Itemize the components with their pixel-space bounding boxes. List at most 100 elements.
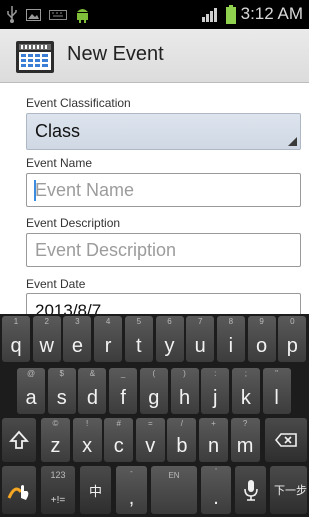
key-i[interactable]: 8i xyxy=(216,316,245,362)
space-key-label: EN xyxy=(168,471,180,480)
dropdown-arrow-icon xyxy=(288,137,297,146)
key-hint: 4 xyxy=(105,317,111,326)
key-hint: 2 xyxy=(44,317,49,326)
key-h[interactable]: ) h xyxy=(170,368,199,414)
key-s[interactable]: $ s xyxy=(47,368,76,414)
key-k[interactable]: ; k xyxy=(231,368,260,414)
period-key[interactable]: ' . xyxy=(201,466,231,514)
shift-key[interactable] xyxy=(2,418,36,462)
event-name-placeholder: Event Name xyxy=(35,180,135,200)
key-l[interactable]: " l xyxy=(262,368,291,414)
key-e[interactable]: 3e xyxy=(63,316,92,362)
key-label: f xyxy=(120,387,126,409)
swype-key[interactable] xyxy=(2,466,36,514)
key-hint: ! xyxy=(85,419,89,428)
event-date-label: Event Date xyxy=(26,277,86,291)
symbols-key-top: 123 xyxy=(50,470,66,480)
key-label: j xyxy=(212,387,218,409)
key-w[interactable]: 2w xyxy=(32,316,61,362)
status-system: 3:12 AM xyxy=(201,4,303,24)
key-p[interactable]: 0p xyxy=(278,316,307,362)
classification-label: Event Classification xyxy=(26,96,131,110)
key-j[interactable]: :j xyxy=(201,368,230,414)
key-label: k xyxy=(240,387,251,409)
key-hint: 6 xyxy=(167,317,172,326)
key-label: n xyxy=(207,435,220,457)
event-description-label: Event Description xyxy=(26,216,121,230)
key-n[interactable]: + n xyxy=(199,418,228,462)
comma-key-hint: - xyxy=(130,467,133,476)
key-hint: = xyxy=(147,419,153,428)
event-description-placeholder: Event Description xyxy=(35,240,177,260)
calendar-icon[interactable] xyxy=(16,41,54,73)
status-notifications xyxy=(6,6,90,23)
key-f[interactable]: _ f xyxy=(109,368,138,414)
key-hint: ) xyxy=(183,369,186,378)
symbols-key-bottom: +!= xyxy=(50,495,66,506)
space-key[interactable]: EN xyxy=(151,466,197,514)
key-label: m xyxy=(236,435,254,457)
key-a[interactable]: @ a xyxy=(17,368,45,414)
key-hint: 7 xyxy=(197,317,203,326)
key-c[interactable]: # c xyxy=(104,418,134,462)
key-t[interactable]: 5t xyxy=(124,316,153,362)
microphone-icon xyxy=(244,480,258,501)
status-time: 3:12 AM xyxy=(240,4,303,23)
language-key[interactable]: 中 xyxy=(80,466,111,514)
action-bar: New Event xyxy=(0,29,309,83)
classification-value: Class xyxy=(35,121,81,141)
key-v[interactable]: = v xyxy=(135,418,165,462)
key-label: a xyxy=(25,387,37,409)
event-description-field[interactable]: Event Description xyxy=(26,233,301,267)
event-name-field[interactable]: Event Name xyxy=(26,173,301,207)
key-label: g xyxy=(148,387,160,409)
key-label: q xyxy=(10,335,22,357)
classification-spinner[interactable]: Class xyxy=(26,113,301,150)
key-r[interactable]: 4r xyxy=(94,316,123,362)
usb-icon xyxy=(7,6,17,23)
key-hint: 1 xyxy=(13,317,19,326)
key-b[interactable]: / b xyxy=(167,418,197,462)
symbols-key[interactable]: 123 +!= xyxy=(41,466,75,514)
battery-icon xyxy=(225,4,236,24)
next-key[interactable]: 下一步 xyxy=(270,466,307,514)
shift-icon xyxy=(9,430,29,449)
key-hint: ; xyxy=(244,369,247,378)
key-label: h xyxy=(178,387,191,409)
key-hint: : xyxy=(214,369,217,378)
key-label: w xyxy=(39,335,54,357)
android-icon xyxy=(77,9,88,23)
key-hint: 5 xyxy=(136,317,142,326)
key-hint: 8 xyxy=(228,317,234,326)
key-o[interactable]: 9o xyxy=(247,316,276,362)
key-hint: # xyxy=(116,419,121,428)
key-x[interactable]: ! x xyxy=(72,418,102,462)
key-z[interactable]: © z xyxy=(41,418,70,462)
comma-key-label: , xyxy=(128,487,135,509)
key-hint: $ xyxy=(59,369,64,378)
key-y[interactable]: 6y xyxy=(155,316,184,362)
key-hint: 3 xyxy=(75,317,80,326)
key-hint: _ xyxy=(120,369,126,378)
status-bar: 3:12 AM xyxy=(0,0,309,29)
key-label: r xyxy=(104,335,112,357)
key-hint: ? xyxy=(242,419,248,428)
key-hint: / xyxy=(180,419,183,428)
period-key-label: . xyxy=(213,487,219,509)
next-key-label: 下一步 xyxy=(274,485,307,497)
key-d[interactable]: & d xyxy=(78,368,107,414)
key-u[interactable]: 7u xyxy=(186,316,215,362)
key-hint: & xyxy=(89,369,96,378)
voice-input-key[interactable] xyxy=(235,466,266,514)
key-q[interactable]: 1q xyxy=(2,316,30,362)
key-hint: @ xyxy=(26,369,36,378)
comma-key[interactable]: - , xyxy=(116,466,147,514)
key-g[interactable]: (g xyxy=(139,368,168,414)
key-label: i xyxy=(228,335,234,357)
key-label: l xyxy=(274,387,279,409)
key-m[interactable]: ? m xyxy=(230,418,260,462)
backspace-key[interactable] xyxy=(265,418,307,462)
backspace-icon xyxy=(275,433,297,447)
event-date-field[interactable]: 2013/8/7 xyxy=(26,293,301,314)
key-label: s xyxy=(56,387,67,409)
